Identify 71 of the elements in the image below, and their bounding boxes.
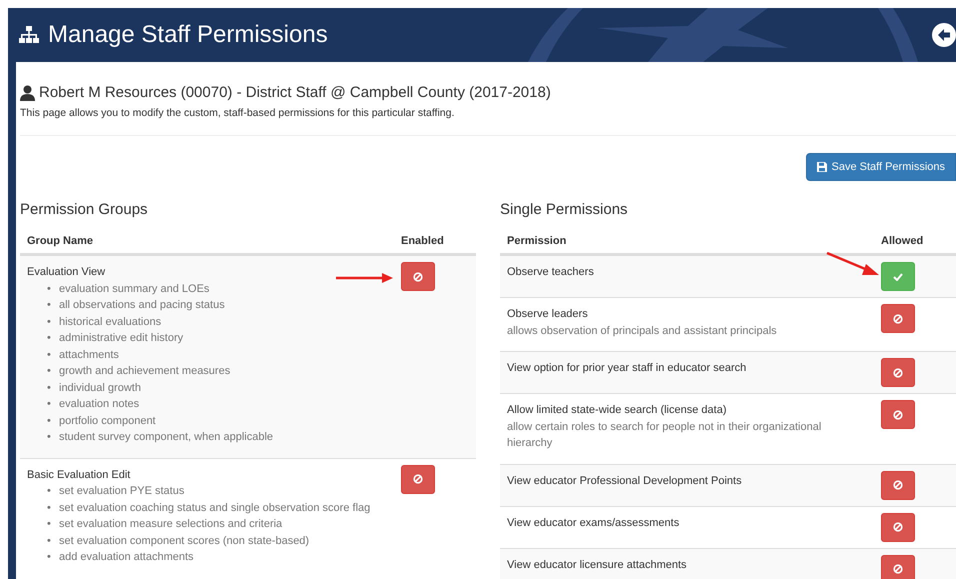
denied-toggle-button[interactable] (401, 262, 435, 291)
column-header: Allowed (880, 234, 924, 249)
bullet-marker: • (47, 517, 52, 532)
permission-name: Allow limited state-wide search (license data) (507, 403, 728, 418)
bullet-marker: • (47, 298, 52, 313)
staff-name: Robert M Resources (00070) - District Staff @ Campbell County (2017-2018) (39, 84, 551, 101)
ban-icon (893, 564, 903, 574)
section-title: Single Permissions (500, 201, 629, 218)
ban-icon (413, 272, 423, 282)
denied-toggle-button[interactable] (881, 470, 915, 500)
ban-icon (893, 480, 903, 490)
group-permission-item: evaluation notes (59, 397, 140, 412)
column-header: Permission (506, 234, 568, 249)
group-permission-item: evaluation summary and LOEs (59, 282, 210, 296)
permission-name: Observe leaders (507, 307, 589, 322)
group-permission-item: student survey component, when applicable (59, 430, 274, 445)
ban-icon (893, 314, 903, 324)
bullet-marker: • (47, 314, 52, 330)
denied-toggle-button[interactable] (401, 464, 435, 494)
ban-icon (893, 522, 903, 532)
group-name: Evaluation View (27, 265, 106, 280)
group-permission-item: growth and achievement measures (59, 364, 230, 379)
group-permission-item: portfolio component (59, 414, 156, 428)
group-permission-item: administrative edit history (59, 331, 184, 346)
bullet-marker: • (47, 500, 52, 516)
group-permission-item: attachments (59, 348, 119, 362)
allowed-toggle-button[interactable] (881, 262, 915, 291)
permission-description: allow certain roles to search for people not in their organizational hierarchy (507, 420, 822, 451)
bullet-marker: • (47, 414, 52, 428)
ban-icon (413, 474, 423, 484)
section-title: Permission Groups (20, 201, 149, 218)
person-icon (20, 84, 35, 100)
permission-name: Observe teachers (507, 265, 595, 280)
denied-toggle-button[interactable] (881, 400, 915, 429)
permission-description: allows observation of principals and assistant principals (507, 324, 778, 338)
group-permission-item: set evaluation coaching status and single observation score flag (59, 500, 370, 516)
bullet-marker: • (47, 484, 52, 499)
bullet-marker: • (47, 331, 52, 346)
sitemap-icon (18, 25, 40, 45)
bullet-marker: • (47, 534, 52, 548)
group-permission-item: historical evaluations (59, 314, 162, 330)
bullet-marker: • (47, 348, 52, 362)
bullet-marker: • (47, 550, 52, 565)
denied-toggle-button[interactable] (881, 358, 915, 387)
bullet-marker: • (47, 364, 52, 379)
page-description: This page allows you to modify the custom, staff-based permissions for this particular staffing. (20, 107, 456, 119)
denied-toggle-button[interactable] (881, 512, 915, 542)
group-permission-item: set evaluation measure selections and criteria (59, 517, 282, 532)
group-permission-item: add evaluation attachments (59, 550, 194, 565)
group-permission-item: set evaluation component scores (non state-based) (59, 534, 310, 548)
group-name: Basic Evaluation Edit (27, 468, 132, 482)
save-button[interactable]: Save Staff Permissions (806, 153, 956, 181)
ban-icon (893, 368, 903, 378)
group-permission-item: all observations and pacing status (59, 298, 225, 313)
permission-name: View educator licensure attachments (507, 558, 688, 572)
bullet-marker: • (47, 282, 52, 296)
bullet-marker: • (47, 380, 52, 396)
permission-name: View educator Professional Development Points (507, 474, 743, 488)
bullet-marker: • (47, 397, 52, 412)
permission-name: View educator exams/assessments (507, 516, 680, 530)
column-header: Enabled (400, 234, 445, 249)
ban-icon (893, 410, 903, 420)
permission-name: View option for prior year staff in educator search (507, 361, 748, 376)
bullet-marker: • (47, 430, 52, 445)
page-title: Manage Staff Permissions (48, 21, 328, 49)
column-header: Group Name (26, 234, 94, 249)
group-permission-item: set evaluation PYE status (59, 484, 184, 499)
denied-toggle-button[interactable] (881, 304, 915, 333)
check-icon (893, 272, 903, 280)
denied-toggle-button[interactable] (881, 554, 915, 579)
group-permission-item: individual growth (59, 380, 141, 396)
